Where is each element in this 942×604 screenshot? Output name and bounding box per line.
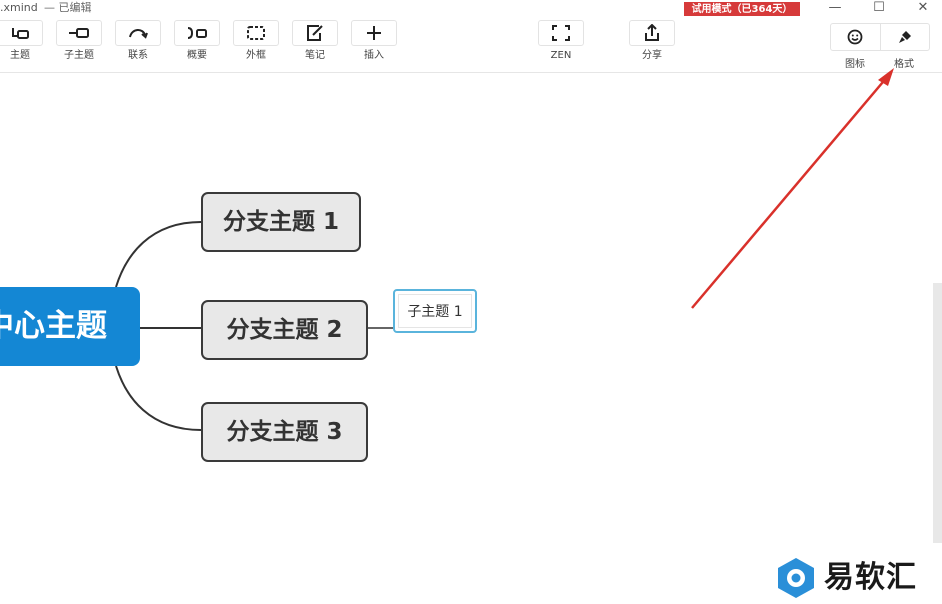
branch-topic-3[interactable]: 分支主题 3	[201, 402, 368, 462]
watermark-logo-icon	[778, 558, 814, 598]
relationship-button[interactable]: 联系	[114, 20, 162, 62]
title-bar: .xmind — 已编辑	[0, 0, 942, 16]
connector-branch-3	[115, 365, 202, 431]
note-button[interactable]: 笔记	[291, 20, 339, 62]
subtopic-icon	[69, 28, 89, 38]
note-label: 笔记	[305, 50, 325, 61]
smiley-icon	[847, 29, 863, 45]
vertical-scrollbar[interactable]	[933, 283, 942, 543]
relationship-label: 联系	[128, 50, 148, 61]
summary-icon	[187, 27, 207, 39]
boundary-button[interactable]: 外框	[232, 20, 280, 62]
right-panel-toggle	[830, 23, 930, 51]
topic-icon	[12, 28, 29, 39]
toolbar: 主题 子主题 联系 概要 外框 笔记 插入 ZEN 分享	[0, 16, 942, 73]
connector-branch-1	[115, 221, 202, 288]
icon-panel-button[interactable]	[831, 24, 880, 50]
insert-button[interactable]: 插入	[350, 20, 398, 62]
topic-button[interactable]: 主题	[0, 20, 44, 62]
subtopic-1[interactable]: 子主题 1	[393, 289, 477, 333]
branch-topic-2[interactable]: 分支主题 2	[201, 300, 368, 360]
share-label: 分享	[642, 50, 662, 61]
zen-button[interactable]: ZEN	[537, 20, 585, 62]
format-panel-button[interactable]	[879, 24, 930, 50]
share-icon	[645, 24, 659, 41]
format-panel-label: 格式	[894, 59, 914, 70]
share-button[interactable]: 分享	[628, 20, 676, 62]
summary-label: 概要	[187, 50, 207, 61]
annotation-arrow	[691, 75, 889, 309]
boundary-label: 外框	[246, 50, 266, 61]
relationship-icon	[129, 29, 148, 39]
boundary-icon	[247, 26, 265, 40]
branch-topic-1[interactable]: 分支主题 1	[201, 192, 361, 252]
subtopic-label: 子主题	[64, 50, 94, 61]
icon-panel-label: 图标	[845, 59, 865, 70]
note-icon	[307, 25, 323, 41]
edit-status: — 已编辑	[44, 1, 92, 14]
watermark-text: 易软汇	[824, 560, 917, 595]
zen-icon	[552, 25, 570, 41]
zen-label: ZEN	[550, 50, 572, 61]
watermark: 易软汇	[774, 556, 942, 602]
file-name: .xmind	[0, 1, 38, 14]
summary-button[interactable]: 概要	[173, 20, 221, 62]
brush-icon	[898, 31, 911, 43]
subtopic-button[interactable]: 子主题	[55, 20, 103, 62]
insert-label: 插入	[364, 50, 384, 61]
plus-icon	[367, 26, 381, 40]
topic-label: 主题	[10, 50, 30, 61]
central-topic[interactable]: 中心主题	[0, 287, 140, 366]
subtopic-1-text[interactable]: 子主题 1	[398, 294, 472, 328]
